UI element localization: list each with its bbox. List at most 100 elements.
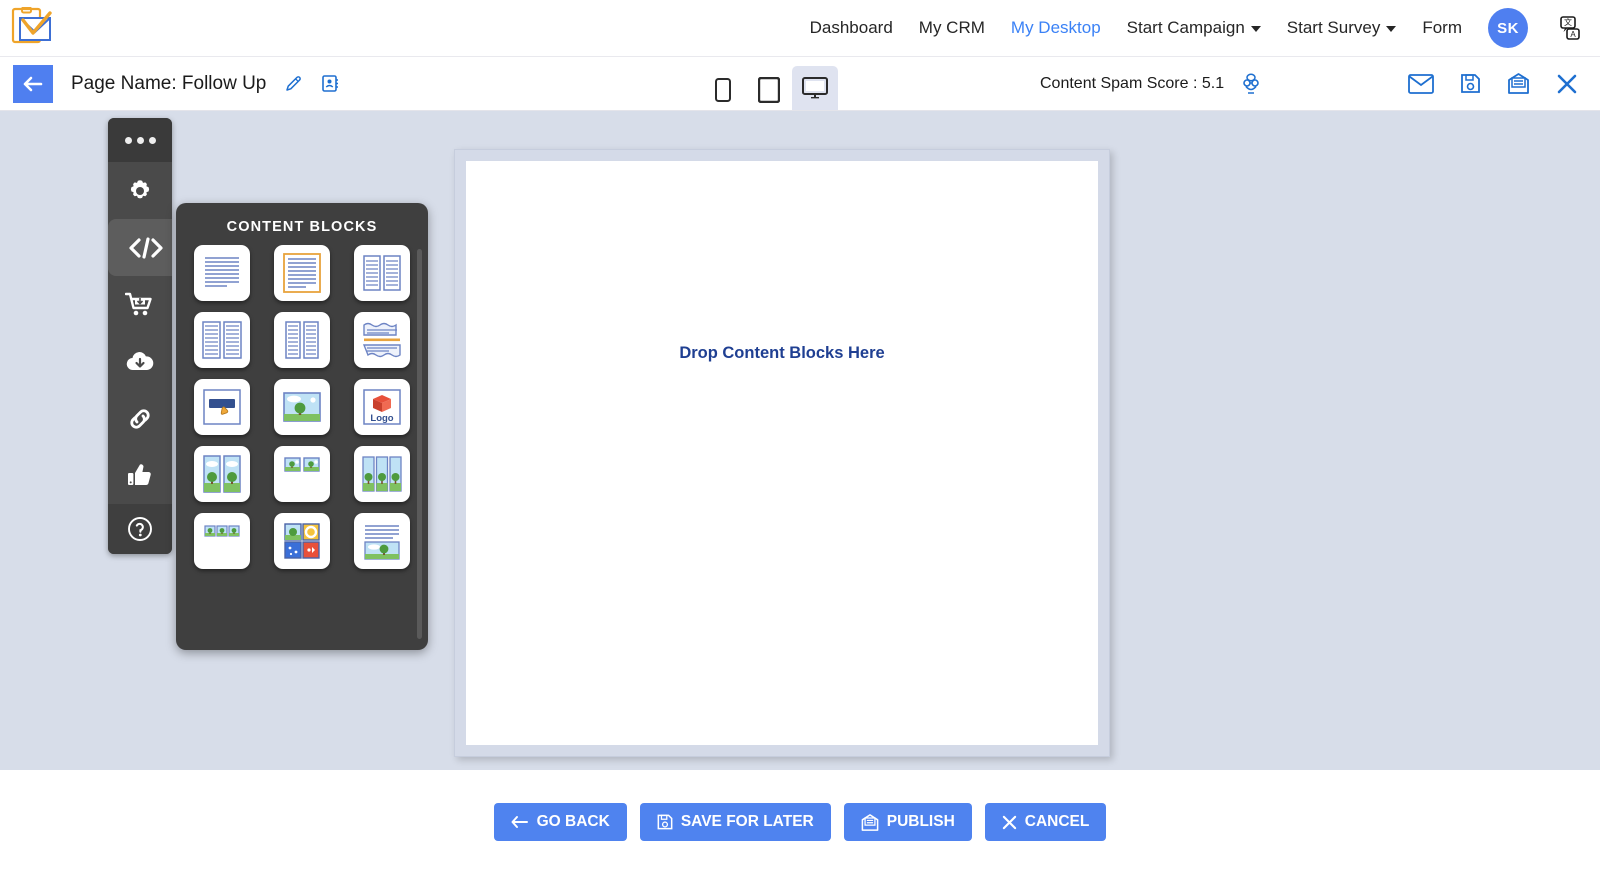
contact-card-icon <box>322 75 339 92</box>
block-text-with-image-block[interactable] <box>354 513 410 569</box>
help-circle-icon <box>128 517 152 541</box>
block-three-image-block[interactable] <box>354 446 410 502</box>
device-tab-tablet[interactable] <box>746 70 792 110</box>
inbox-mail-icon[interactable] <box>1507 72 1530 95</box>
nav-item-dashboard[interactable]: Dashboard <box>810 18 893 38</box>
go-back-button[interactable]: GO BACK <box>493 803 627 841</box>
avatar-initials: SK <box>1497 19 1519 37</box>
back-button[interactable] <box>13 64 53 103</box>
inbox-mail-icon <box>861 813 879 831</box>
shopping-cart-icon <box>125 292 152 315</box>
content-blocks-title: CONTENT BLOCKS <box>226 219 378 235</box>
block-logo-block[interactable]: Logo <box>354 379 410 435</box>
save-for-later-button[interactable]: SAVE FOR LATER <box>639 803 831 841</box>
sidebar-menu-button[interactable] <box>108 118 172 162</box>
svg-text:A: A <box>1570 30 1576 39</box>
three-dots-icon <box>148 136 156 144</box>
button-label: CANCEL <box>1024 813 1090 830</box>
spy-icon[interactable] <box>1240 73 1262 95</box>
envelope-icon[interactable] <box>1408 73 1434 94</box>
content-blocks-scrollbar[interactable] <box>417 249 422 639</box>
editor-workspace: CONTENT BLOCKS Logo Drop Content Blocks … <box>0 111 1600 770</box>
arrow-left-icon <box>23 76 43 91</box>
code-icon <box>129 236 163 259</box>
nav-item-start-survey[interactable]: Start Survey <box>1287 18 1397 38</box>
nav-item-my-desktop[interactable]: My Desktop <box>1011 18 1101 38</box>
publish-button[interactable]: PUBLISH <box>843 803 972 841</box>
email-canvas-dropzone[interactable]: Drop Content Blocks Here <box>466 161 1098 745</box>
nav-label: Start Survey <box>1286 18 1381 37</box>
block-image-grid-block[interactable] <box>274 513 330 569</box>
translate-icon[interactable]: 文 A <box>1554 13 1584 43</box>
device-preview-tabs <box>700 66 838 110</box>
thumbs-up-icon <box>128 464 151 485</box>
editor-sidebar <box>108 118 172 554</box>
app-logo[interactable] <box>10 7 54 49</box>
sidebar-item-settings[interactable] <box>108 162 172 219</box>
close-icon[interactable] <box>1556 73 1578 95</box>
arrow-left-icon <box>511 816 528 828</box>
sidebar-item-download[interactable] <box>108 333 172 390</box>
pencil-icon <box>286 76 302 91</box>
mobile-icon <box>715 78 731 102</box>
spam-score-label: Content Spam Score : 5.1 <box>1040 74 1225 92</box>
block-bordered-text-block[interactable] <box>274 245 330 301</box>
button-label: SAVE FOR LATER <box>680 813 814 830</box>
sidebar-item-social[interactable] <box>108 447 172 504</box>
spam-score-group: Content Spam Score : 5.1 <box>1040 73 1262 95</box>
chevron-down-icon <box>1386 26 1397 32</box>
nav-label: Dashboard <box>809 18 893 37</box>
footer-actions: GO BACK SAVE FOR LATER PUBLISH CANCEL <box>0 770 1600 874</box>
chevron-down-icon <box>1250 26 1261 32</box>
block-two-column-text-block-alt[interactable] <box>194 312 250 368</box>
svg-text:Logo: Logo <box>370 413 393 424</box>
tablet-icon <box>758 77 780 103</box>
three-dots-icon <box>124 136 132 144</box>
block-two-image-block[interactable] <box>194 446 250 502</box>
cancel-button[interactable]: CANCEL <box>984 803 1107 841</box>
block-two-small-image-block[interactable] <box>274 446 330 502</box>
cloud-download-icon <box>126 351 154 370</box>
block-divider-block[interactable] <box>354 312 410 368</box>
user-avatar[interactable]: SK <box>1488 8 1528 48</box>
close-icon <box>1002 815 1016 829</box>
top-nav-items: Dashboard My CRM My Desktop Start Campai… <box>810 8 1600 48</box>
sidebar-item-links[interactable] <box>108 390 172 447</box>
block-text-lines-block[interactable] <box>194 245 250 301</box>
block-two-column-text-block[interactable] <box>354 245 410 301</box>
chain-link-icon <box>130 408 150 429</box>
nav-label: Form <box>1422 18 1462 37</box>
block-three-small-image-block[interactable] <box>194 513 250 569</box>
block-button-block[interactable] <box>194 379 250 435</box>
svg-text:文: 文 <box>1564 17 1572 27</box>
nav-label: My CRM <box>918 18 985 37</box>
block-two-column-narrow-text-block[interactable] <box>274 312 330 368</box>
sidebar-item-help[interactable] <box>108 504 172 554</box>
desktop-icon <box>802 77 828 99</box>
drop-zone-label: Drop Content Blocks Here <box>679 344 885 362</box>
contact-card-button[interactable] <box>321 74 339 93</box>
sidebar-item-content-blocks[interactable] <box>108 219 172 276</box>
nav-label: My Desktop <box>1010 18 1101 37</box>
save-disk-icon[interactable] <box>1460 73 1481 94</box>
edit-page-name-button[interactable] <box>284 74 303 93</box>
content-blocks-grid: Logo <box>194 245 410 569</box>
toolbar-action-icons <box>1408 72 1600 95</box>
three-dots-icon <box>136 136 144 144</box>
content-blocks-panel: CONTENT BLOCKS Logo <box>176 203 428 650</box>
nav-item-form[interactable]: Form <box>1422 18 1462 38</box>
nav-item-my-crm[interactable]: My CRM <box>919 18 985 38</box>
nav-label: Start Campaign <box>1126 18 1245 37</box>
button-label: GO BACK <box>536 813 610 830</box>
top-navigation-bar: Dashboard My CRM My Desktop Start Campai… <box>0 0 1600 57</box>
email-canvas-frame: Drop Content Blocks Here <box>454 149 1110 757</box>
sidebar-item-ecommerce[interactable] <box>108 276 172 333</box>
nav-item-start-campaign[interactable]: Start Campaign <box>1127 18 1261 38</box>
block-image-block[interactable] <box>274 379 330 435</box>
page-title: Page Name: Follow Up <box>71 72 267 94</box>
gear-icon <box>130 179 150 198</box>
save-disk-icon <box>657 814 673 830</box>
content-blocks-scroll-area: Logo <box>176 245 428 650</box>
device-tab-mobile[interactable] <box>700 70 746 110</box>
device-tab-desktop[interactable] <box>792 66 838 110</box>
